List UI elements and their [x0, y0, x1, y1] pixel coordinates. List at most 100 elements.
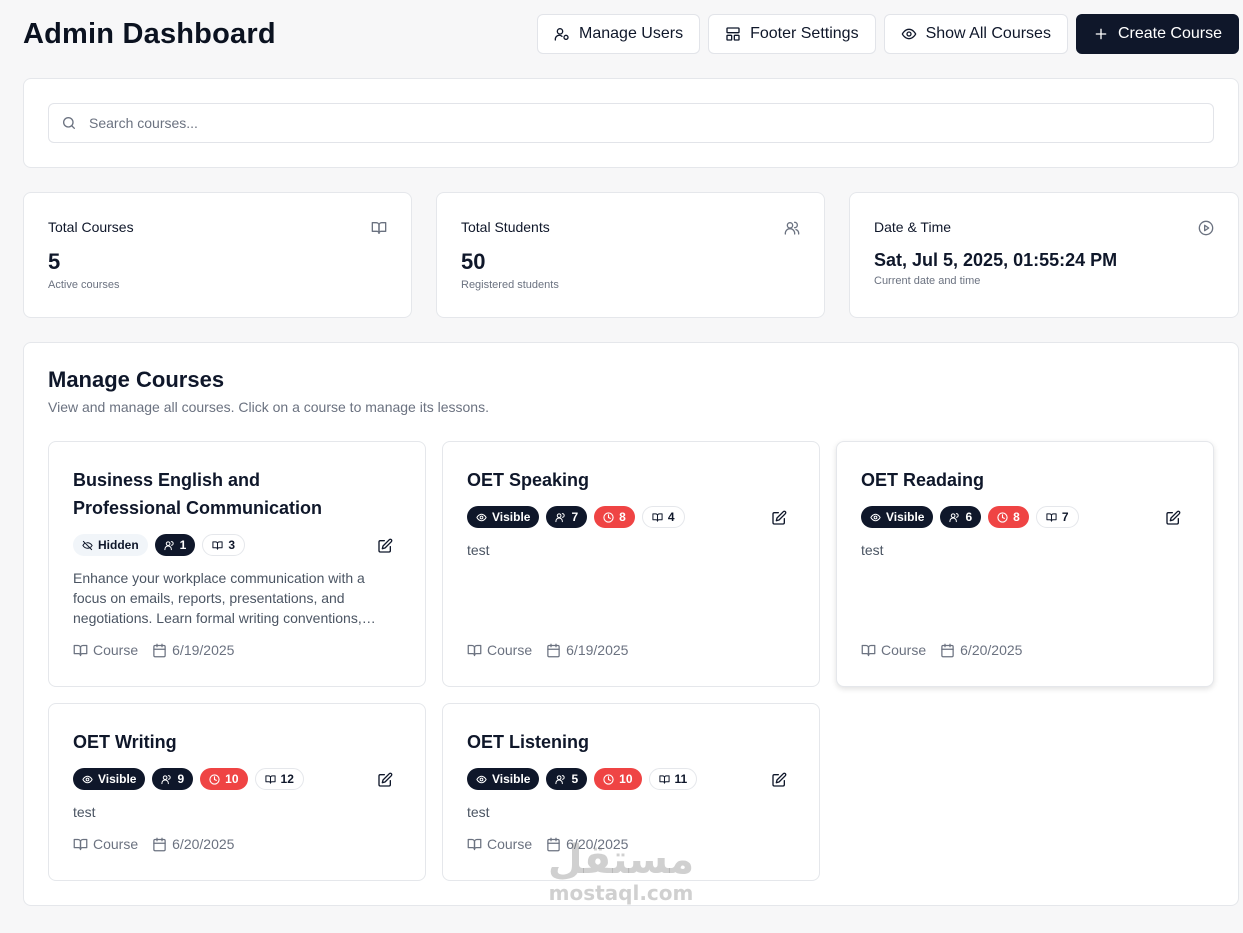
course-type: Course	[93, 642, 139, 658]
edit-icon[interactable]	[1165, 510, 1181, 526]
course-date: 6/19/2025	[172, 642, 235, 658]
course-description: Enhance your workplace communication wit…	[73, 570, 365, 626]
students-badge: 7	[546, 506, 588, 528]
edit-icon[interactable]	[771, 510, 787, 526]
course-type: Course	[93, 836, 139, 852]
stat-value: Sat, Jul 5, 2025, 01:55:24 PM	[874, 250, 1118, 270]
book-open-icon	[467, 643, 482, 658]
users-icon	[161, 774, 172, 785]
lessons-count: 4	[667, 510, 675, 524]
visibility-badge: Visible	[467, 768, 540, 790]
visibility-label: Visible	[492, 510, 531, 524]
stat-sub: Current date and time	[874, 275, 981, 287]
edit-icon[interactable]	[771, 772, 787, 788]
search-input[interactable]	[89, 115, 1189, 131]
create-course-button[interactable]: Create Course	[1075, 14, 1239, 54]
visibility-label: Visible	[98, 772, 137, 786]
course-title: OET Listening	[467, 732, 590, 752]
eye-off-icon	[82, 540, 93, 551]
users-icon	[164, 540, 175, 551]
lessons-badge: 12	[254, 768, 304, 790]
course-meta: Course 6/20/2025	[861, 642, 1022, 658]
footer-settings-button[interactable]: Footer Settings	[708, 14, 876, 54]
clock-icon	[997, 511, 1008, 523]
course-badges: Visible 7 8 4	[467, 506, 685, 528]
eye-icon	[476, 512, 487, 523]
book-open-icon	[1046, 512, 1057, 523]
calendar-icon	[152, 837, 167, 852]
book-open-icon	[658, 774, 670, 785]
play-circle-icon	[1198, 220, 1214, 236]
course-type: Course	[881, 642, 927, 658]
search-box[interactable]	[48, 103, 1214, 143]
manage-users-label: Manage Users	[579, 25, 684, 42]
book-open-icon	[652, 512, 663, 523]
watermark-latin: mostaql.com	[548, 881, 694, 905]
watermark-arabic: مستقل	[547, 837, 695, 883]
stat-value: 5	[48, 249, 61, 274]
pending-count: 10	[225, 772, 239, 786]
students-count: 1	[179, 538, 187, 552]
visibility-badge: Visible	[861, 506, 934, 528]
edit-icon[interactable]	[377, 538, 393, 554]
pending-count: 8	[1013, 510, 1020, 524]
course-description: test	[73, 804, 96, 820]
show-all-courses-button[interactable]: Show All Courses	[883, 14, 1068, 54]
students-count: 9	[177, 772, 185, 786]
edit-icon[interactable]	[377, 772, 393, 788]
pending-badge: 10	[200, 768, 248, 790]
stat-label: Total Courses	[48, 219, 134, 235]
lessons-count: 7	[1061, 510, 1069, 524]
visibility-label: Visible	[886, 510, 925, 524]
eye-icon	[870, 512, 881, 523]
course-title: OET Writing	[73, 732, 177, 752]
course-card[interactable]: OET Speaking Visible 7 8 4 test Course 6…	[442, 441, 820, 687]
course-date: 6/19/2025	[566, 642, 629, 658]
visibility-label: Visible	[492, 772, 531, 786]
eye-icon	[901, 26, 917, 42]
lessons-badge: 7	[1035, 506, 1079, 528]
visibility-badge: Hidden	[73, 534, 148, 556]
students-badge: 9	[152, 768, 194, 790]
users-icon	[949, 512, 960, 523]
course-description: test	[861, 542, 884, 558]
search-panel	[23, 78, 1239, 168]
book-open-icon	[371, 220, 387, 236]
course-badges: Visible 5 10 11	[467, 768, 698, 790]
clock-icon	[603, 773, 614, 785]
clock-icon	[209, 773, 220, 785]
students-count: 6	[965, 510, 973, 524]
show-all-courses-label: Show All Courses	[925, 25, 1051, 42]
course-title: OET Readaing	[861, 470, 985, 490]
stat-card-date-time: Date & Time Sat, Jul 5, 2025, 01:55:24 P…	[849, 192, 1239, 318]
stat-value: 50	[461, 249, 486, 274]
course-date: 6/20/2025	[172, 836, 235, 852]
header-actions: Manage Users Footer Settings Show All Co…	[537, 14, 1239, 54]
user-cog-icon	[554, 26, 570, 42]
pending-count: 8	[619, 510, 626, 524]
stat-label: Date & Time	[874, 219, 952, 235]
course-card[interactable]: OET Writing Visible 9 10 12 test Course …	[48, 703, 426, 881]
book-open-icon	[73, 643, 88, 658]
course-badges: Visible 9 10 12	[73, 768, 304, 790]
lessons-badge: 4	[641, 506, 685, 528]
students-badge: 1	[154, 534, 196, 556]
course-date: 6/20/2025	[960, 642, 1023, 658]
lessons-badge: 11	[648, 768, 698, 790]
footer-settings-label: Footer Settings	[750, 25, 859, 42]
course-type: Course	[487, 836, 533, 852]
calendar-icon	[546, 643, 561, 658]
pending-badge: 8	[594, 506, 635, 528]
calendar-icon	[152, 643, 167, 658]
course-card[interactable]: Business English and Professional Commun…	[48, 441, 426, 687]
course-card[interactable]: OET Readaing Visible 6 8 7 test Course 6…	[836, 441, 1214, 687]
calendar-icon	[940, 643, 955, 658]
course-meta: Course 6/19/2025	[73, 642, 234, 658]
manage-users-button[interactable]: Manage Users	[537, 14, 701, 54]
section-description: View and manage all courses. Click on a …	[48, 399, 489, 415]
section-title: Manage Courses	[48, 367, 225, 392]
visibility-badge: Visible	[73, 768, 146, 790]
course-meta: Course 6/20/2025	[73, 836, 234, 852]
book-open-icon	[264, 774, 276, 785]
page-title: Admin Dashboard	[23, 17, 276, 50]
